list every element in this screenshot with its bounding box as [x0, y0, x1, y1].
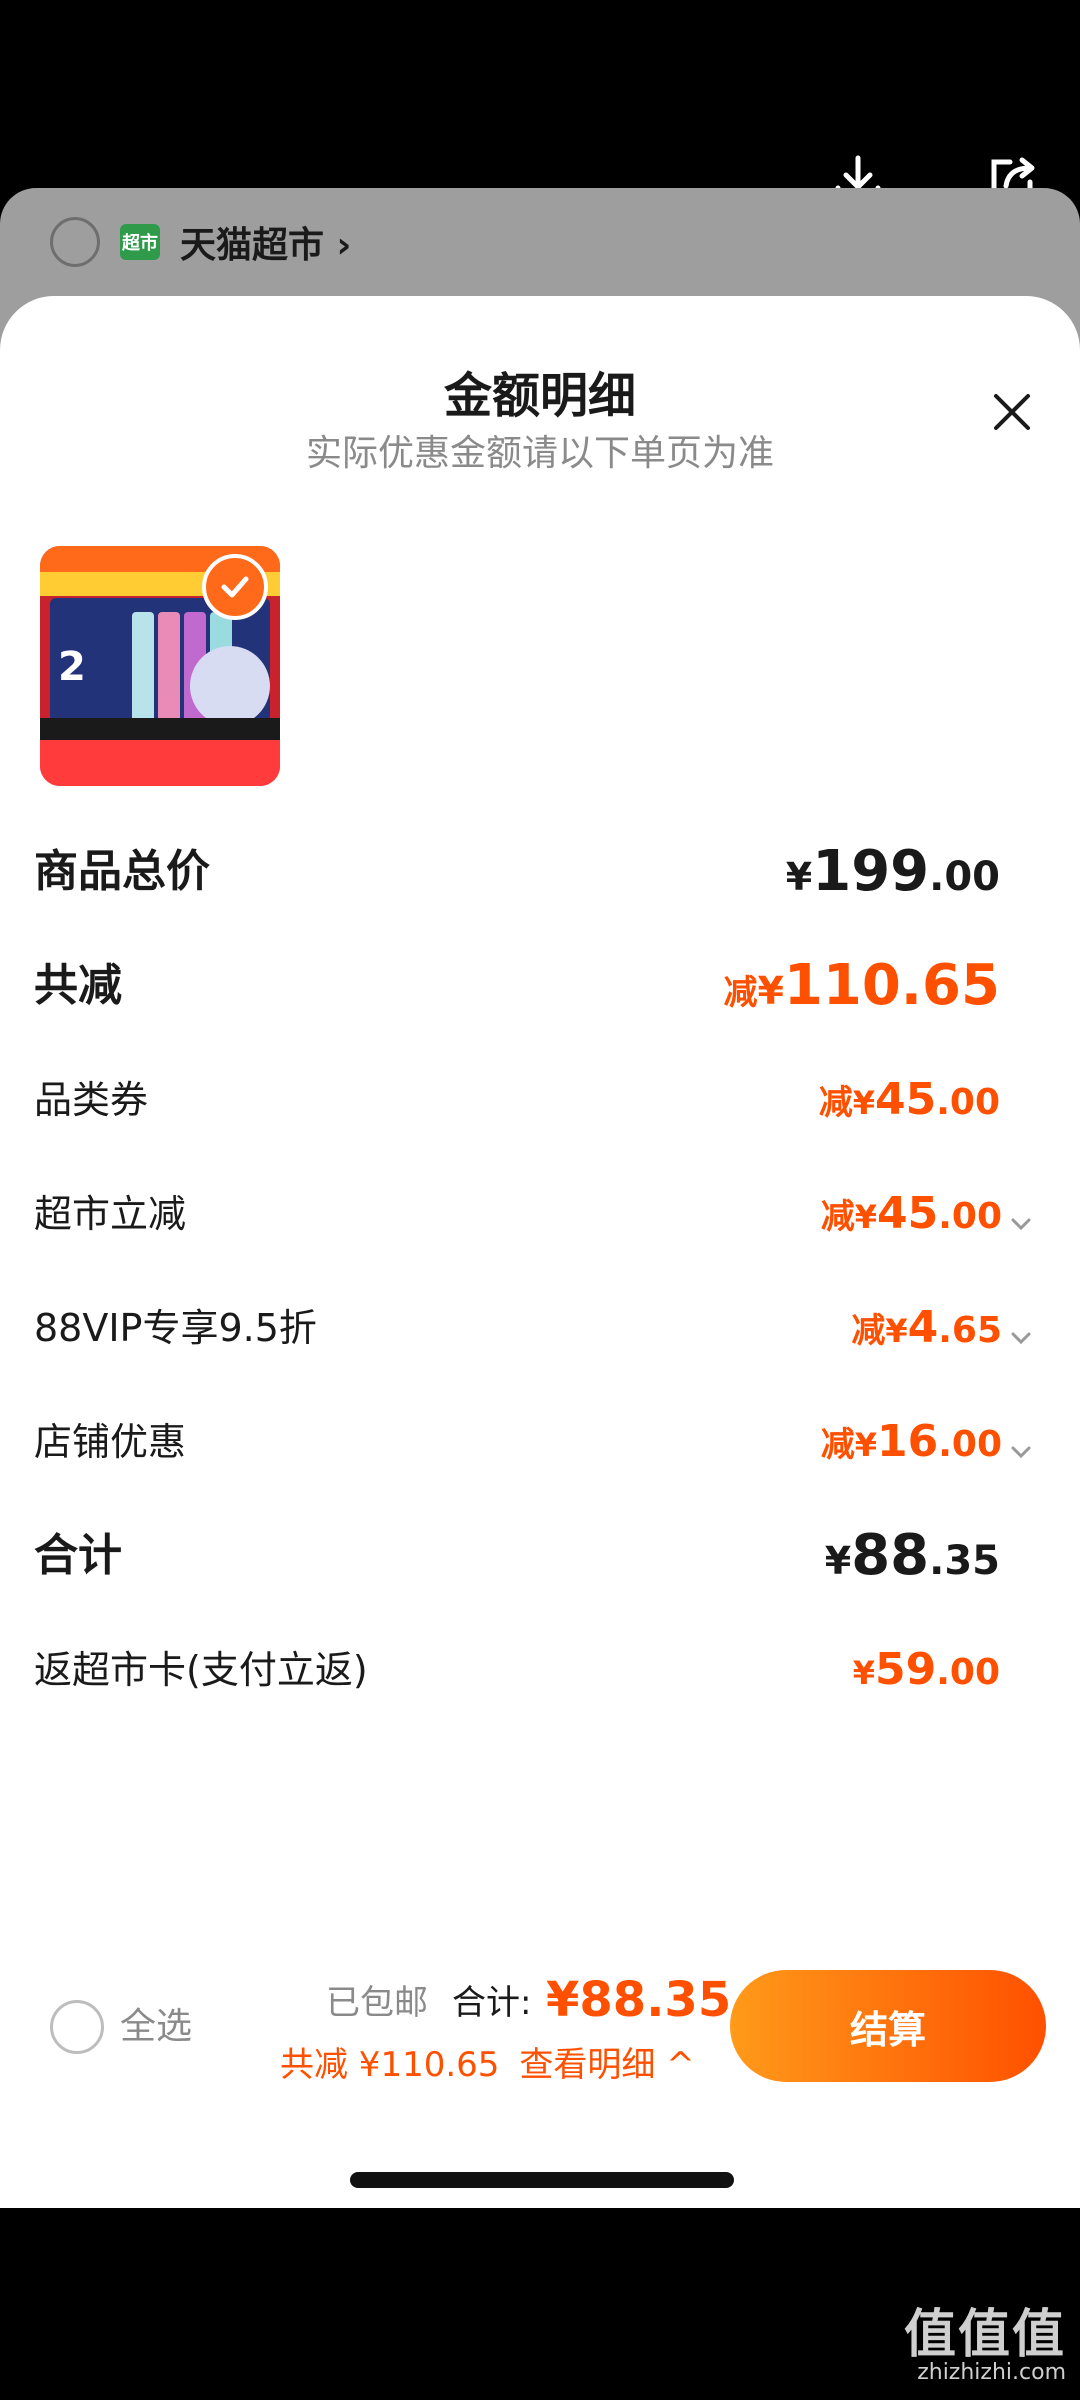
value-market-reduce[interactable]: 减¥45.00 [821, 1174, 1034, 1263]
checkmark-icon [202, 554, 268, 620]
screen: 超市 天猫超市 › 金额明细 实际优惠金额请以下单页为准 2 商品总价 ¥199… [0, 0, 1080, 2400]
chevron-down-icon[interactable] [1008, 1439, 1034, 1465]
value-total-reduce: 减¥110.65 [723, 953, 1000, 1018]
row-total-price: 商品总价 ¥199.00 [34, 832, 1034, 912]
value-total-price: ¥199.00 [785, 839, 1000, 904]
checkout-bar: 全选 已包邮 合计: ¥88.35 共减 ¥110.65 查看明细 ^ 结算 [0, 1940, 1080, 2140]
row-market-reduce[interactable]: 超市立减 减¥45.00 [34, 1174, 1034, 1254]
view-detail-link[interactable]: 查看明细 ^ [519, 2045, 694, 2085]
label-total-reduce: 共减 [34, 960, 122, 1011]
label-cashback: 返超市卡(支付立返) [34, 1648, 368, 1692]
store-name[interactable]: 天猫超市 › [180, 216, 351, 268]
savings-summary: 共减 ¥110.65 查看明细 ^ [280, 2040, 695, 2090]
label-category-coupon: 品类券 [34, 1078, 149, 1122]
savings-amount: 共减 ¥110.65 [280, 2045, 500, 2085]
chevron-down-icon[interactable] [1008, 1211, 1034, 1237]
checkout-button[interactable]: 结算 [730, 1970, 1046, 2082]
watermark: 值值值 [903, 2305, 1066, 2365]
total-label: 合计: [452, 1983, 532, 2023]
value-store-discount[interactable]: 减¥16.00 [821, 1402, 1034, 1491]
tmall-market-logo: 超市 [120, 224, 160, 260]
label-vip-discount: 88VIP专享9.5折 [34, 1306, 317, 1350]
row-total-reduce: 共减 减¥110.65 [34, 946, 1034, 1026]
value-category-coupon: 减¥45.00 [818, 1074, 1000, 1125]
value-sum: ¥88.35 [824, 1523, 1000, 1588]
label-total-price: 商品总价 [34, 846, 210, 897]
sheet-title: 金额明细 [443, 368, 636, 424]
row-vip-discount[interactable]: 88VIP专享9.5折 减¥4.65 [34, 1288, 1034, 1368]
label-store-discount: 店铺优惠 [34, 1420, 187, 1464]
shipping-label: 已包邮 [326, 1983, 428, 2023]
chevron-down-icon[interactable] [1008, 1325, 1034, 1351]
value-cashback: ¥59.00 [852, 1644, 1000, 1695]
row-store-discount[interactable]: 店铺优惠 减¥16.00 [34, 1402, 1034, 1482]
row-cashback: 返超市卡(支付立返) ¥59.00 [34, 1630, 1034, 1710]
close-icon[interactable] [984, 384, 1040, 440]
label-sum: 合计 [34, 1530, 122, 1581]
home-indicator[interactable] [350, 2172, 734, 2188]
price-detail-sheet: 金额明细 实际优惠金额请以下单页为准 2 商品总价 ¥199.00 共减 减¥1… [0, 296, 1080, 2208]
select-all-label[interactable]: 全选 [120, 2000, 192, 2054]
row-category-coupon: 品类券 减¥45.00 [34, 1060, 1034, 1140]
store-select-radio[interactable] [50, 217, 100, 267]
row-sum: 合计 ¥88.35 [34, 1516, 1034, 1596]
watermark-url: zhizhizhi.com [917, 2360, 1066, 2385]
value-vip-discount[interactable]: 减¥4.65 [851, 1288, 1034, 1377]
sheet-subtitle: 实际优惠金额请以下单页为准 [305, 433, 774, 474]
select-all-radio[interactable] [50, 2000, 104, 2054]
store-header[interactable]: 超市 天猫超市 › [50, 216, 351, 268]
label-market-reduce: 超市立减 [34, 1192, 187, 1236]
total-value: ¥88.35 [546, 1972, 732, 2028]
